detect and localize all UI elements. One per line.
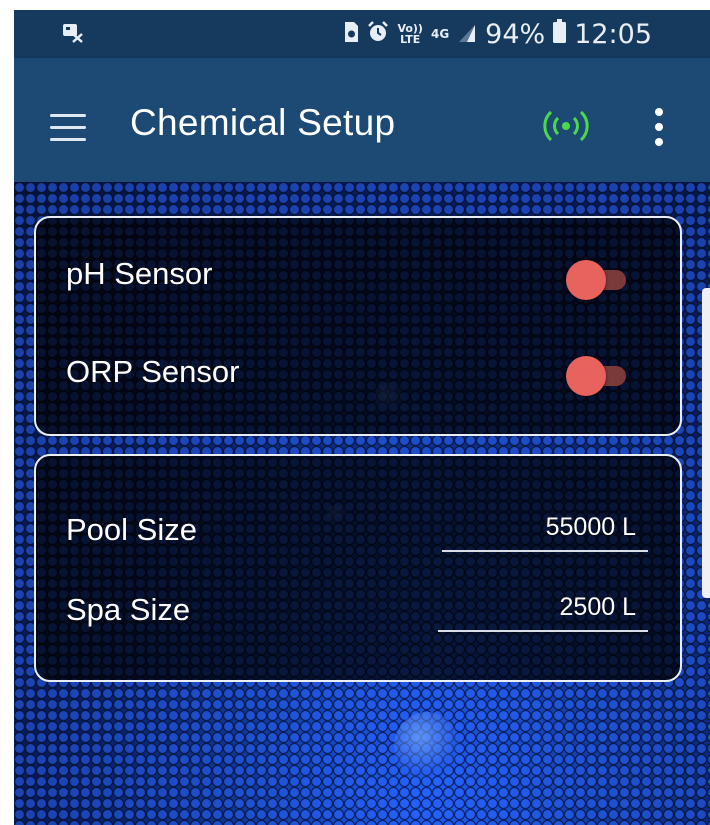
lte-label: LTE <box>400 33 421 46</box>
app-screen: Vo)) LTE 4G 94% 12:05 Chemical Setup pH … <box>14 10 710 825</box>
bubble-decoration <box>394 712 460 782</box>
volte-icon: Vo)) LTE <box>397 23 423 45</box>
spa-size-value: 2500 L <box>559 593 636 621</box>
hamburger-menu-icon[interactable] <box>50 114 86 142</box>
clock: 12:05 <box>574 18 652 50</box>
edge-panel-handle[interactable] <box>702 288 710 598</box>
orp-sensor-toggle[interactable] <box>566 356 628 396</box>
message-notification-icon <box>62 22 84 44</box>
4g-icon: 4G <box>431 28 449 40</box>
battery-icon <box>553 18 567 50</box>
pool-size-label: Pool Size <box>66 512 197 547</box>
orp-sensor-label: ORP Sensor <box>66 354 240 389</box>
signal-icon <box>457 19 477 50</box>
network-type-label: 4G <box>430 27 450 41</box>
toggle-knob <box>566 260 606 300</box>
ph-sensor-label: pH Sensor <box>66 256 213 291</box>
sensors-card: pH Sensor ORP Sensor <box>34 216 682 436</box>
ph-sensor-toggle[interactable] <box>566 260 628 300</box>
spa-size-field[interactable]: 2500 L <box>438 586 648 632</box>
battery-percent: 94% <box>485 18 546 50</box>
spa-size-label: Spa Size <box>66 592 191 627</box>
sizes-card: Pool Size 55000 L Spa Size 2500 L <box>34 454 682 682</box>
status-icons: Vo)) LTE 4G 94% 12:05 <box>343 10 652 58</box>
sim-card-icon <box>343 19 359 50</box>
pool-size-field[interactable]: 55000 L <box>442 506 648 552</box>
toggle-knob <box>566 356 606 396</box>
connection-status-icon[interactable] <box>542 108 590 144</box>
content-area: pH Sensor ORP Sensor Pool Size 55000 L S… <box>14 182 710 825</box>
page-title: Chemical Setup <box>130 102 396 143</box>
alarm-icon <box>367 19 389 50</box>
app-bar: Chemical Setup <box>14 58 710 182</box>
pool-size-value: 55000 L <box>545 513 636 541</box>
more-options-icon[interactable] <box>648 108 670 148</box>
status-bar: Vo)) LTE 4G 94% 12:05 <box>14 10 710 58</box>
